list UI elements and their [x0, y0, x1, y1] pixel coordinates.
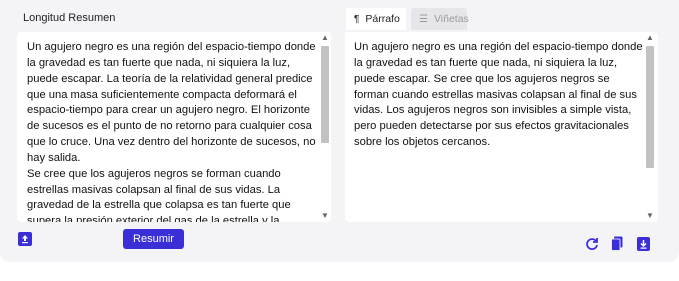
tab-bullets-label: Viñetas [433, 13, 469, 25]
download-icon[interactable] [636, 236, 650, 251]
tab-bullets[interactable]: ☰ Viñetas [411, 8, 469, 30]
scroll-down-icon[interactable]: ▼ [644, 210, 656, 222]
scroll-thumb[interactable] [321, 46, 329, 143]
summarizer-app: Longitud Resumen Un agujero negro es una… [0, 0, 679, 262]
summary-output-area: Un agujero negro es una región del espac… [345, 32, 658, 222]
scroll-up-icon[interactable]: ▲ [319, 32, 331, 44]
scroll-down-icon[interactable]: ▼ [319, 210, 331, 222]
scroll-thumb[interactable] [646, 46, 654, 168]
input-text-area[interactable]: Un agujero negro es una región del espac… [17, 32, 331, 222]
summarize-button[interactable]: Resumir [123, 229, 184, 249]
pilcrow-icon: ¶ [354, 13, 360, 25]
summary-scrollbar[interactable]: ▲ ▼ [644, 32, 656, 222]
refresh-icon[interactable] [585, 236, 599, 251]
summary-text: Un agujero negro es una región del espac… [354, 41, 643, 149]
input-paragraph-1: Un agujero negro es una región del espac… [27, 41, 316, 164]
tab-paragraph-label: Párrafo [365, 13, 400, 25]
summary-length-label: Longitud Resumen [23, 12, 116, 24]
copy-icon[interactable] [610, 236, 624, 251]
upload-icon[interactable] [18, 232, 32, 246]
list-icon: ☰ [419, 13, 428, 25]
scroll-up-icon[interactable]: ▲ [644, 32, 656, 44]
tab-paragraph[interactable]: ¶ Párrafo [346, 8, 406, 30]
input-text[interactable]: Un agujero negro es una región del espac… [27, 40, 317, 222]
input-paragraph-2: Se cree que los agujeros negros se forma… [27, 167, 291, 222]
input-scrollbar[interactable]: ▲ ▼ [319, 32, 331, 222]
